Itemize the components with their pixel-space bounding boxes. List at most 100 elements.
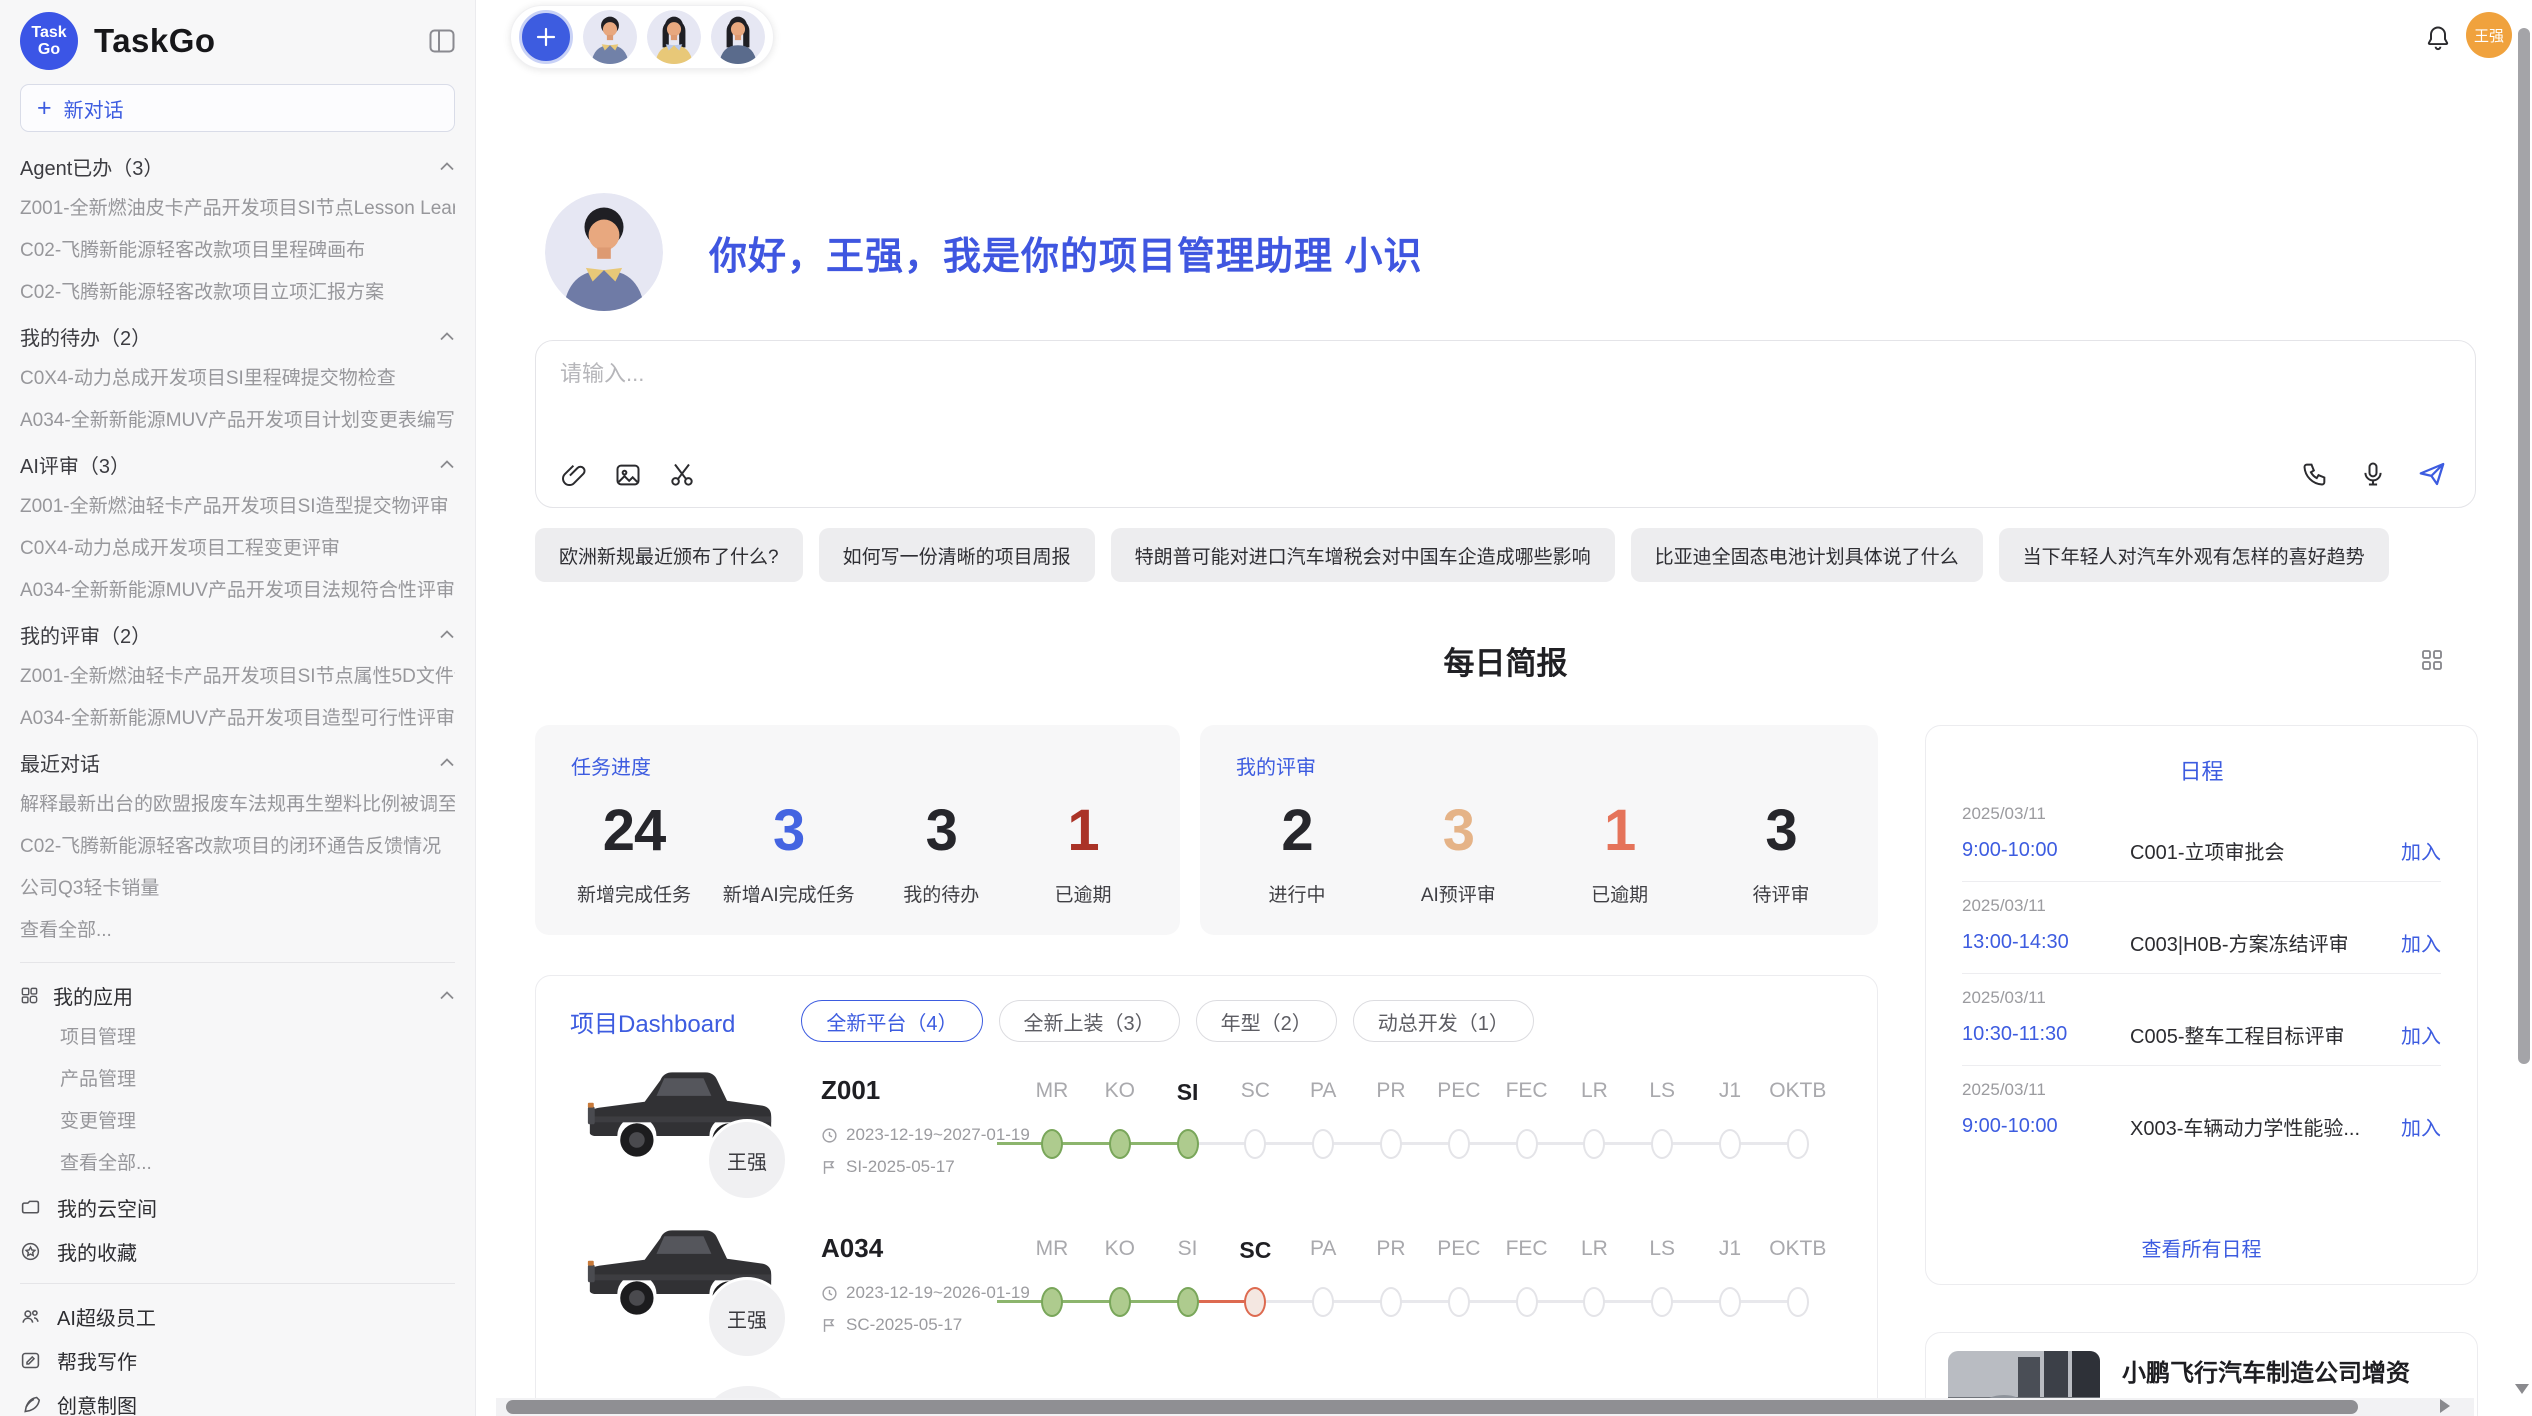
sidebar-section-header[interactable]: 最近对话 — [20, 740, 455, 784]
milestone-label: SI — [1154, 1079, 1222, 1106]
section-label: 我的评审（2） — [20, 620, 151, 649]
app-menu-item[interactable]: 项目管理 — [20, 1017, 455, 1059]
user-avatar[interactable]: 王强 — [2466, 12, 2512, 58]
suggestion-chip[interactable]: 如何写一份清晰的项目周报 — [819, 528, 1095, 582]
add-agent-button[interactable] — [519, 10, 573, 64]
dashboard-filter-chip[interactable]: 全新平台（4） — [801, 1000, 982, 1042]
join-link[interactable]: 加入 — [2401, 836, 2441, 865]
sidebar-section-header[interactable]: 我的待办（2） — [20, 314, 455, 358]
suggestion-chip[interactable]: 比亚迪全固态电池计划具体说了什么 — [1631, 528, 1983, 582]
sidebar-item[interactable]: C0X4-动力总成开发项目SI里程碑提交物检查 — [20, 358, 455, 400]
app-root: TaskGo TaskGo + 新对话 Agent已办（3）Z001-全新燃油皮… — [0, 0, 2532, 1416]
composer-actions — [2301, 459, 2447, 489]
stat-value: 2 — [1242, 802, 1352, 860]
owner-badge: 王强 — [706, 1277, 788, 1359]
chevron-up-icon[interactable] — [439, 757, 455, 767]
attachment-icon[interactable] — [560, 461, 588, 489]
milestone-node — [1448, 1129, 1470, 1159]
microphone-icon[interactable] — [2359, 460, 2387, 488]
sidebar-collapse-icon[interactable] — [429, 29, 455, 53]
scroll-down-arrow-icon[interactable] — [2515, 1384, 2529, 1394]
sidebar-item[interactable]: Z001-全新燃油轻卡产品开发项目SI造型提交物评审 — [20, 486, 455, 528]
event-date: 2025/03/11 — [1962, 988, 2441, 1008]
stat-block: 1已逾期 — [1565, 802, 1675, 907]
new-chat-button[interactable]: + 新对话 — [20, 84, 455, 132]
stat-value: 3 — [886, 802, 996, 860]
agent-avatar-1[interactable] — [583, 10, 637, 64]
briefing-layout-icon[interactable] — [2420, 648, 2444, 677]
sidebar-tool-write[interactable]: 帮我写作 — [20, 1338, 455, 1382]
sidebar-item[interactable]: C02-飞腾新能源轻客改款项目立项汇报方案 — [20, 272, 455, 314]
sidebar-item[interactable]: Z001-全新燃油皮卡产品开发项目SI节点Lesson Learn报告 — [20, 188, 455, 230]
sidebar-tool-draw[interactable]: 创意制图 — [20, 1382, 455, 1416]
stat-value: 1 — [1028, 802, 1138, 860]
write-icon — [20, 1350, 41, 1371]
stat-block: 3待评审 — [1726, 802, 1836, 907]
milestone-label: MR — [1018, 1237, 1086, 1261]
voice-call-icon[interactable] — [2301, 460, 2329, 488]
sidebar-section-header[interactable]: 我的评审（2） — [20, 612, 455, 656]
sidebar-item[interactable]: C0X4-动力总成开发项目工程变更评审 — [20, 528, 455, 570]
project-row[interactable]: 王强A0342023-12-19~2026-01-19SC-2025-05-17… — [536, 1199, 1878, 1357]
vertical-scrollbar[interactable] — [2518, 28, 2530, 1064]
project-row[interactable]: 王强Z0012023-12-19~2027-01-19SI-2025-05-17… — [536, 1041, 1878, 1199]
chevron-up-icon[interactable] — [439, 990, 455, 1000]
sidebar-section-header[interactable]: 我的应用 — [20, 973, 455, 1017]
chevron-up-icon[interactable] — [439, 161, 455, 171]
recent-chat-item[interactable]: 查看全部... — [20, 910, 455, 952]
agent-avatar-3[interactable] — [711, 10, 765, 64]
project-name: A034 — [821, 1233, 883, 1264]
dashboard-filter-chip[interactable]: 全新上装（3） — [999, 1000, 1180, 1042]
notifications-bell-icon[interactable] — [2424, 24, 2452, 57]
milestone-node — [1177, 1287, 1199, 1317]
sidebar-item-favorites[interactable]: 我的收藏 — [20, 1229, 455, 1273]
suggestion-chip[interactable]: 当下年轻人对汽车外观有怎样的喜好趋势 — [1999, 528, 2389, 582]
sidebar-item[interactable]: Z001-全新燃油轻卡产品开发项目SI节点属性5D文件评审 — [20, 656, 455, 698]
recent-chat-item[interactable]: C02-飞腾新能源轻客改款项目的闭环通告反馈情况 — [20, 826, 455, 868]
image-icon[interactable] — [614, 461, 642, 489]
milestone-label: MR — [1018, 1079, 1086, 1103]
join-link[interactable]: 加入 — [2401, 1020, 2441, 1049]
assistant-avatar — [545, 193, 663, 311]
milestone-node — [1244, 1129, 1266, 1159]
recent-chat-item[interactable]: 解释最新出台的欧盟报废车法规再生塑料比例被调至15%... — [20, 784, 455, 826]
app-menu-item[interactable]: 查看全部... — [20, 1143, 455, 1185]
sidebar-item[interactable]: A034-全新新能源MUV产品开发项目法规符合性评审 — [20, 570, 455, 612]
sidebar-section-header[interactable]: Agent已办（3） — [20, 144, 455, 188]
stat-value: 3 — [723, 802, 855, 860]
schedule-event: 2025/03/1110:30-11:30C005-整车工程目标评审加入 — [1962, 974, 2441, 1066]
stat-value: 24 — [577, 802, 691, 860]
sidebar-tool-ai-staff[interactable]: AI超级员工 — [20, 1294, 455, 1338]
milestone-label: LR — [1560, 1079, 1628, 1103]
chevron-up-icon[interactable] — [439, 331, 455, 341]
milestone-node — [1719, 1287, 1741, 1317]
suggestion-chip[interactable]: 特朗普可能对进口汽车增税会对中国车企造成哪些影响 — [1111, 528, 1615, 582]
horizontal-scrollbar[interactable] — [506, 1400, 2358, 1414]
app-menu-item[interactable]: 变更管理 — [20, 1101, 455, 1143]
scissors-icon[interactable] — [668, 461, 696, 489]
join-link[interactable]: 加入 — [2401, 928, 2441, 957]
app-menu-item[interactable]: 产品管理 — [20, 1059, 455, 1101]
chevron-up-icon[interactable] — [439, 459, 455, 469]
dashboard-filter-chip[interactable]: 动总开发（1） — [1353, 1000, 1534, 1042]
scroll-right-arrow-icon[interactable] — [2440, 1399, 2450, 1413]
sidebar-item[interactable]: C02-飞腾新能源轻客改款项目里程碑画布 — [20, 230, 455, 272]
milestone-node — [1516, 1129, 1538, 1159]
join-link[interactable]: 加入 — [2401, 1112, 2441, 1141]
chevron-up-icon[interactable] — [439, 629, 455, 639]
stat-label: 待评审 — [1726, 880, 1836, 907]
suggestion-chip[interactable]: 欧洲新规最近颁布了什么? — [535, 528, 803, 582]
send-icon[interactable] — [2417, 459, 2447, 489]
sidebar-section-header[interactable]: AI评审（3） — [20, 442, 455, 486]
agent-avatar-2[interactable] — [647, 10, 701, 64]
recent-chat-item[interactable]: 公司Q3轻卡销量 — [20, 868, 455, 910]
chat-input[interactable] — [560, 361, 2160, 387]
project-next-milestone: SI-2025-05-17 — [821, 1157, 955, 1177]
milestone-label: PR — [1357, 1079, 1425, 1103]
view-all-schedule-link[interactable]: 查看所有日程 — [1926, 1225, 2477, 1284]
dashboard-filter-chip[interactable]: 年型（2） — [1196, 1000, 1337, 1042]
sidebar-item-cloud-space[interactable]: 我的云空间 — [20, 1185, 455, 1229]
sidebar-item[interactable]: A034-全新新能源MUV产品开发项目造型可行性评审 — [20, 698, 455, 740]
sidebar-item[interactable]: A034-全新新能源MUV产品开发项目计划变更表编写 — [20, 400, 455, 442]
milestone-node — [1177, 1129, 1199, 1159]
